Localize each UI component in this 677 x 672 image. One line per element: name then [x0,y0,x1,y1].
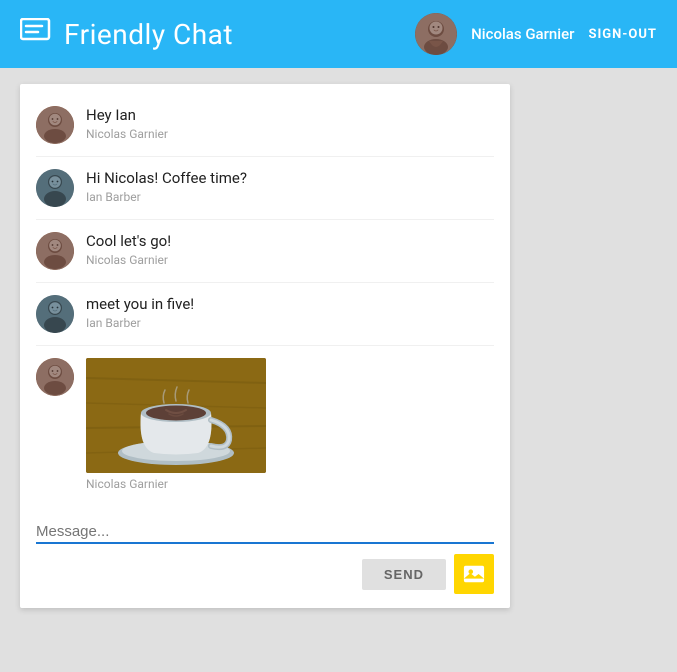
avatar [36,232,74,270]
message-author: Ian Barber [86,190,494,204]
message-text: Cool let's go! [86,232,494,250]
avatar [36,169,74,207]
coffee-image [86,358,266,473]
table-row: Cool let's go! Nicolas Garnier [36,220,494,283]
avatar [36,106,74,144]
message-author: Ian Barber [86,316,494,330]
send-button[interactable]: SEND [362,559,446,590]
message-input[interactable] [36,521,494,544]
image-upload-button[interactable] [454,554,494,594]
message-text: meet you in five! [86,295,494,313]
message-body: Cool let's go! Nicolas Garnier [86,232,494,267]
header-left: Friendly Chat [20,18,233,51]
table-row: Hi Nicolas! Coffee time? Ian Barber [36,157,494,220]
sign-out-button[interactable]: SIGN-OUT [588,27,657,42]
table-row: Nicolas Garnier [36,346,494,503]
main-content: Hey Ian Nicolas Garnier [0,68,677,624]
user-display-name: Nicolas Garnier [471,25,574,43]
message-body: Hi Nicolas! Coffee time? Ian Barber [86,169,494,204]
message-author: Nicolas Garnier [86,127,494,141]
message-body: Hey Ian Nicolas Garnier [86,106,494,141]
message-text: Hey Ian [86,106,494,124]
user-avatar [415,13,457,55]
message-body: Nicolas Garnier [86,358,494,491]
app-title: Friendly Chat [64,18,233,51]
input-actions: SEND [36,554,494,594]
app-header: Friendly Chat Nicolas Garnier SIGN-OUT [0,0,677,68]
avatar [36,358,74,396]
message-text: Hi Nicolas! Coffee time? [86,169,494,187]
table-row: Hey Ian Nicolas Garnier [36,94,494,157]
chat-icon [20,18,52,51]
message-body: meet you in five! Ian Barber [86,295,494,330]
image-icon [463,563,485,585]
input-area: SEND [20,513,510,608]
avatar [36,295,74,333]
message-author: Nicolas Garnier [86,477,494,491]
message-author: Nicolas Garnier [86,253,494,267]
header-right: Nicolas Garnier SIGN-OUT [415,13,657,55]
messages-container: Hey Ian Nicolas Garnier [20,84,510,513]
chat-card: Hey Ian Nicolas Garnier [20,84,510,608]
table-row: meet you in five! Ian Barber [36,283,494,346]
